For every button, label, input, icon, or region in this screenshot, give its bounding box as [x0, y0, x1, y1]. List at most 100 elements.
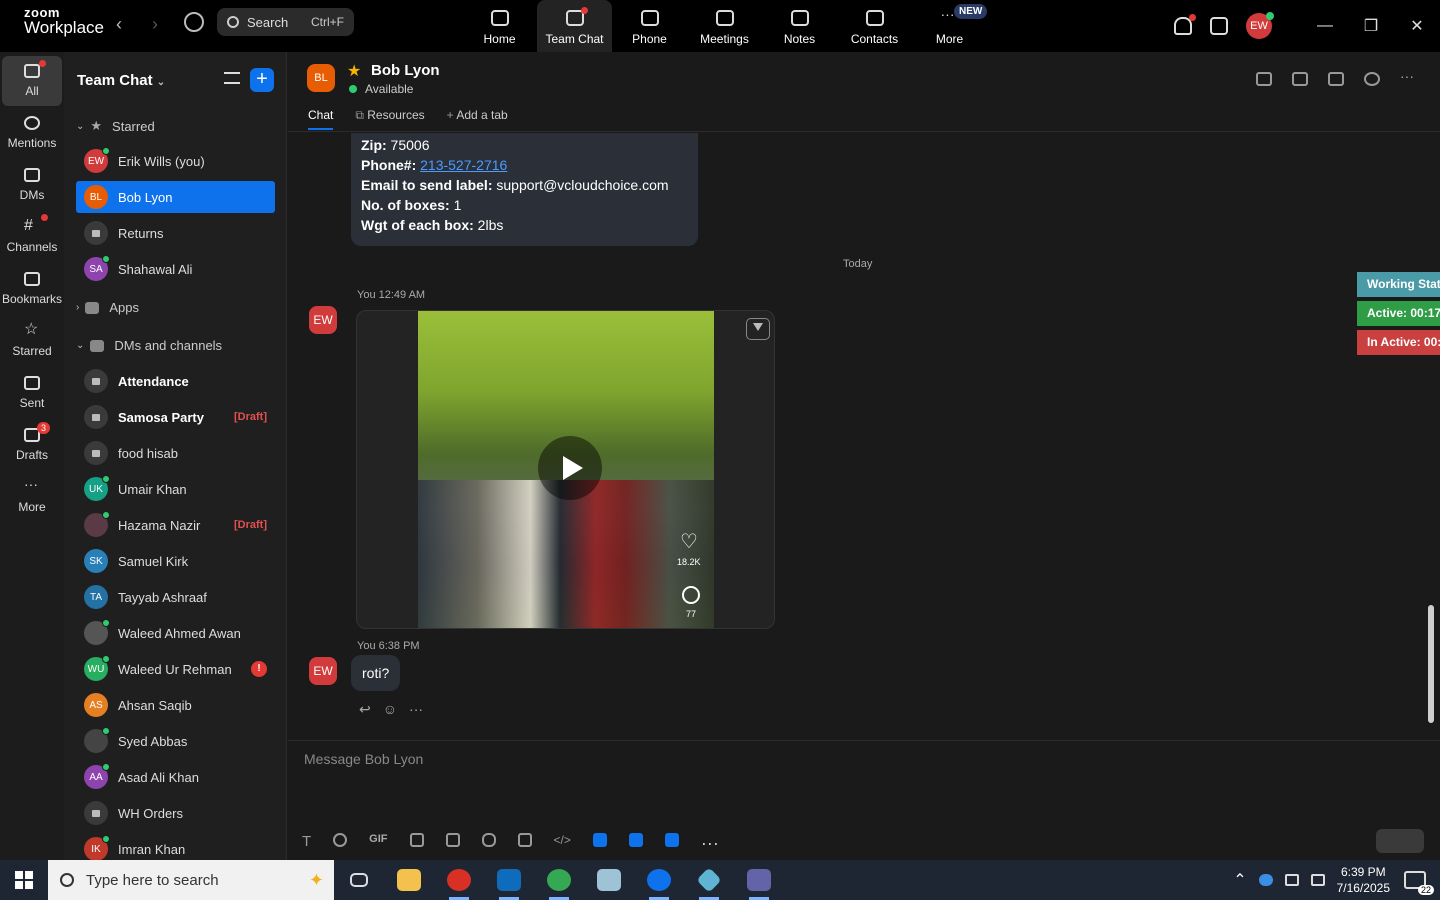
minimize-icon[interactable]: — — [1302, 17, 1348, 35]
list-item[interactable]: SK Samuel Kirk — [76, 545, 275, 577]
avatar[interactable]: EW — [309, 657, 337, 685]
gif-icon[interactable]: GIF — [369, 833, 387, 847]
notification-icon[interactable]: 22 — [1404, 871, 1434, 895]
file-explorer-icon[interactable] — [384, 860, 434, 900]
list-item[interactable]: UK Umair Khan — [76, 473, 275, 505]
maximize-icon[interactable]: ❐ — [1348, 16, 1394, 36]
close-icon[interactable]: ✕ — [1394, 16, 1440, 36]
outlook-icon[interactable] — [484, 860, 534, 900]
tab-home[interactable]: Home — [462, 0, 537, 52]
phone-link[interactable]: 213-527-2716 — [420, 157, 507, 173]
star-icon[interactable]: ★ — [347, 61, 361, 81]
tab-meetings[interactable]: Meetings — [687, 0, 762, 52]
video-clip-icon[interactable] — [517, 833, 532, 847]
section-starred[interactable]: ⌄ ★ Starred — [76, 118, 155, 134]
tab-phone[interactable]: Phone — [612, 0, 687, 52]
more-dots-icon[interactable]: ··· — [409, 701, 423, 718]
message-input[interactable]: Message Bob Lyon — [304, 751, 423, 767]
rail-more[interactable]: ··· More — [2, 472, 62, 522]
speaker-icon[interactable] — [1284, 874, 1299, 886]
add-tab-button[interactable]: + Add a tab — [447, 108, 508, 130]
screenshot-icon[interactable] — [445, 833, 460, 847]
network-icon[interactable] — [1310, 874, 1325, 886]
search-button[interactable]: Search Ctrl+F — [217, 8, 354, 36]
avatar[interactable]: EW — [309, 306, 337, 334]
tab-team-chat[interactable]: Team Chat — [537, 0, 612, 52]
code-icon[interactable]: </> — [554, 833, 571, 847]
rail-starred[interactable]: ☆ Starred — [2, 316, 62, 366]
list-item[interactable]: Syed Abbas — [76, 725, 275, 757]
list-item[interactable]: Samosa Party [Draft] — [76, 401, 275, 433]
onedrive-icon[interactable] — [1258, 874, 1273, 886]
taskbar-search[interactable]: Type here to search ✦ — [48, 860, 334, 900]
zoom-icon[interactable] — [634, 860, 684, 900]
rail-all[interactable]: All — [2, 56, 62, 106]
tab-more[interactable]: ··· NEW More — [912, 0, 988, 52]
teams-icon[interactable] — [734, 860, 784, 900]
contact-name[interactable]: Bob Lyon — [371, 62, 440, 79]
calendar-icon[interactable] — [1210, 17, 1228, 35]
text-format-icon[interactable]: T — [302, 833, 311, 850]
chevron-up-icon[interactable]: ⌃ — [1233, 870, 1246, 890]
list-item[interactable]: Returns — [76, 217, 275, 249]
list-item[interactable]: Attendance — [76, 365, 275, 397]
rail-bookmarks[interactable]: Bookmarks — [2, 264, 62, 314]
history-icon[interactable] — [184, 12, 204, 32]
scrollbar[interactable] — [1428, 133, 1436, 739]
list-item[interactable]: BL Bob Lyon — [76, 181, 275, 213]
windows-start-icon[interactable] — [0, 860, 48, 900]
video-attachment[interactable]: ♡ 18.2K 77 — [356, 310, 775, 629]
rail-sent[interactable]: Sent — [2, 368, 62, 418]
app-icon[interactable] — [584, 860, 634, 900]
clock[interactable]: 6:39 PM 7/16/2025 — [1337, 864, 1390, 896]
rail-mentions[interactable]: Mentions — [2, 108, 62, 158]
tab-notes[interactable]: Notes — [762, 0, 837, 52]
emoji-icon[interactable] — [333, 833, 348, 847]
message-composer[interactable]: Message Bob Lyon T GIF </> ··· — [288, 740, 1440, 860]
tab-chat[interactable]: Chat — [308, 108, 334, 130]
filter-icon[interactable] — [224, 72, 240, 84]
list-item[interactable]: SA Shahawal Ali — [76, 253, 275, 285]
sidebar-title[interactable]: Team Chat ⌄ — [77, 72, 165, 89]
play-icon[interactable] — [538, 436, 602, 500]
more-dots-icon[interactable]: ··· — [1400, 69, 1414, 86]
video-camera-icon[interactable] — [1256, 72, 1272, 86]
list-item[interactable]: Hazama Nazir [Draft] — [76, 509, 275, 541]
tab-contacts[interactable]: Contacts — [837, 0, 912, 52]
phone-icon[interactable] — [1292, 72, 1308, 86]
share-screen-icon[interactable] — [1328, 72, 1344, 86]
list-item[interactable]: TA Tayyab Ashraaf — [76, 581, 275, 613]
download-icon[interactable] — [746, 318, 770, 340]
avatar[interactable]: BL — [307, 64, 335, 92]
rail-channels[interactable]: # Channels — [2, 212, 62, 262]
emoji-icon[interactable]: ☺ — [383, 701, 397, 718]
more-dots-icon[interactable]: ··· — [701, 833, 719, 853]
rail-dms[interactable]: DMs — [2, 160, 62, 210]
bell-icon[interactable] — [1174, 14, 1196, 35]
rail-drafts[interactable]: 3 Drafts — [2, 420, 62, 470]
reply-icon[interactable]: ↩ — [359, 701, 371, 718]
app-icon[interactable] — [592, 833, 607, 847]
forward-arrow-icon[interactable]: › — [152, 14, 158, 35]
list-item[interactable]: WU Waleed Ur Rehman! — [76, 653, 275, 685]
send-button[interactable] — [1376, 829, 1424, 853]
remote-desktop-icon[interactable] — [684, 860, 734, 900]
back-arrow-icon[interactable]: ‹ — [116, 14, 122, 35]
list-item[interactable]: WH Orders — [76, 797, 275, 829]
microphone-icon[interactable] — [481, 833, 496, 847]
app-icon[interactable] — [664, 833, 679, 847]
list-item[interactable]: Waleed Ahmed Awan — [76, 617, 275, 649]
list-item[interactable]: AS Ahsan Saqib — [76, 689, 275, 721]
section-dms-channels[interactable]: ⌄ DMs and channels — [76, 338, 222, 353]
avatar[interactable]: EW — [1246, 12, 1274, 39]
new-chat-button[interactable]: + — [250, 68, 274, 92]
file-icon[interactable] — [409, 833, 424, 847]
list-item[interactable]: EW Erik Wills (you) — [76, 145, 275, 177]
list-item[interactable]: AA Asad Ali Khan — [76, 761, 275, 793]
tab-resources[interactable]: ⧉ Resources — [355, 108, 424, 130]
list-item[interactable]: food hisab — [76, 437, 275, 469]
chrome-icon[interactable] — [434, 860, 484, 900]
task-view-icon[interactable] — [334, 860, 384, 900]
search-icon[interactable] — [1364, 72, 1380, 86]
app-icon[interactable] — [628, 833, 643, 847]
